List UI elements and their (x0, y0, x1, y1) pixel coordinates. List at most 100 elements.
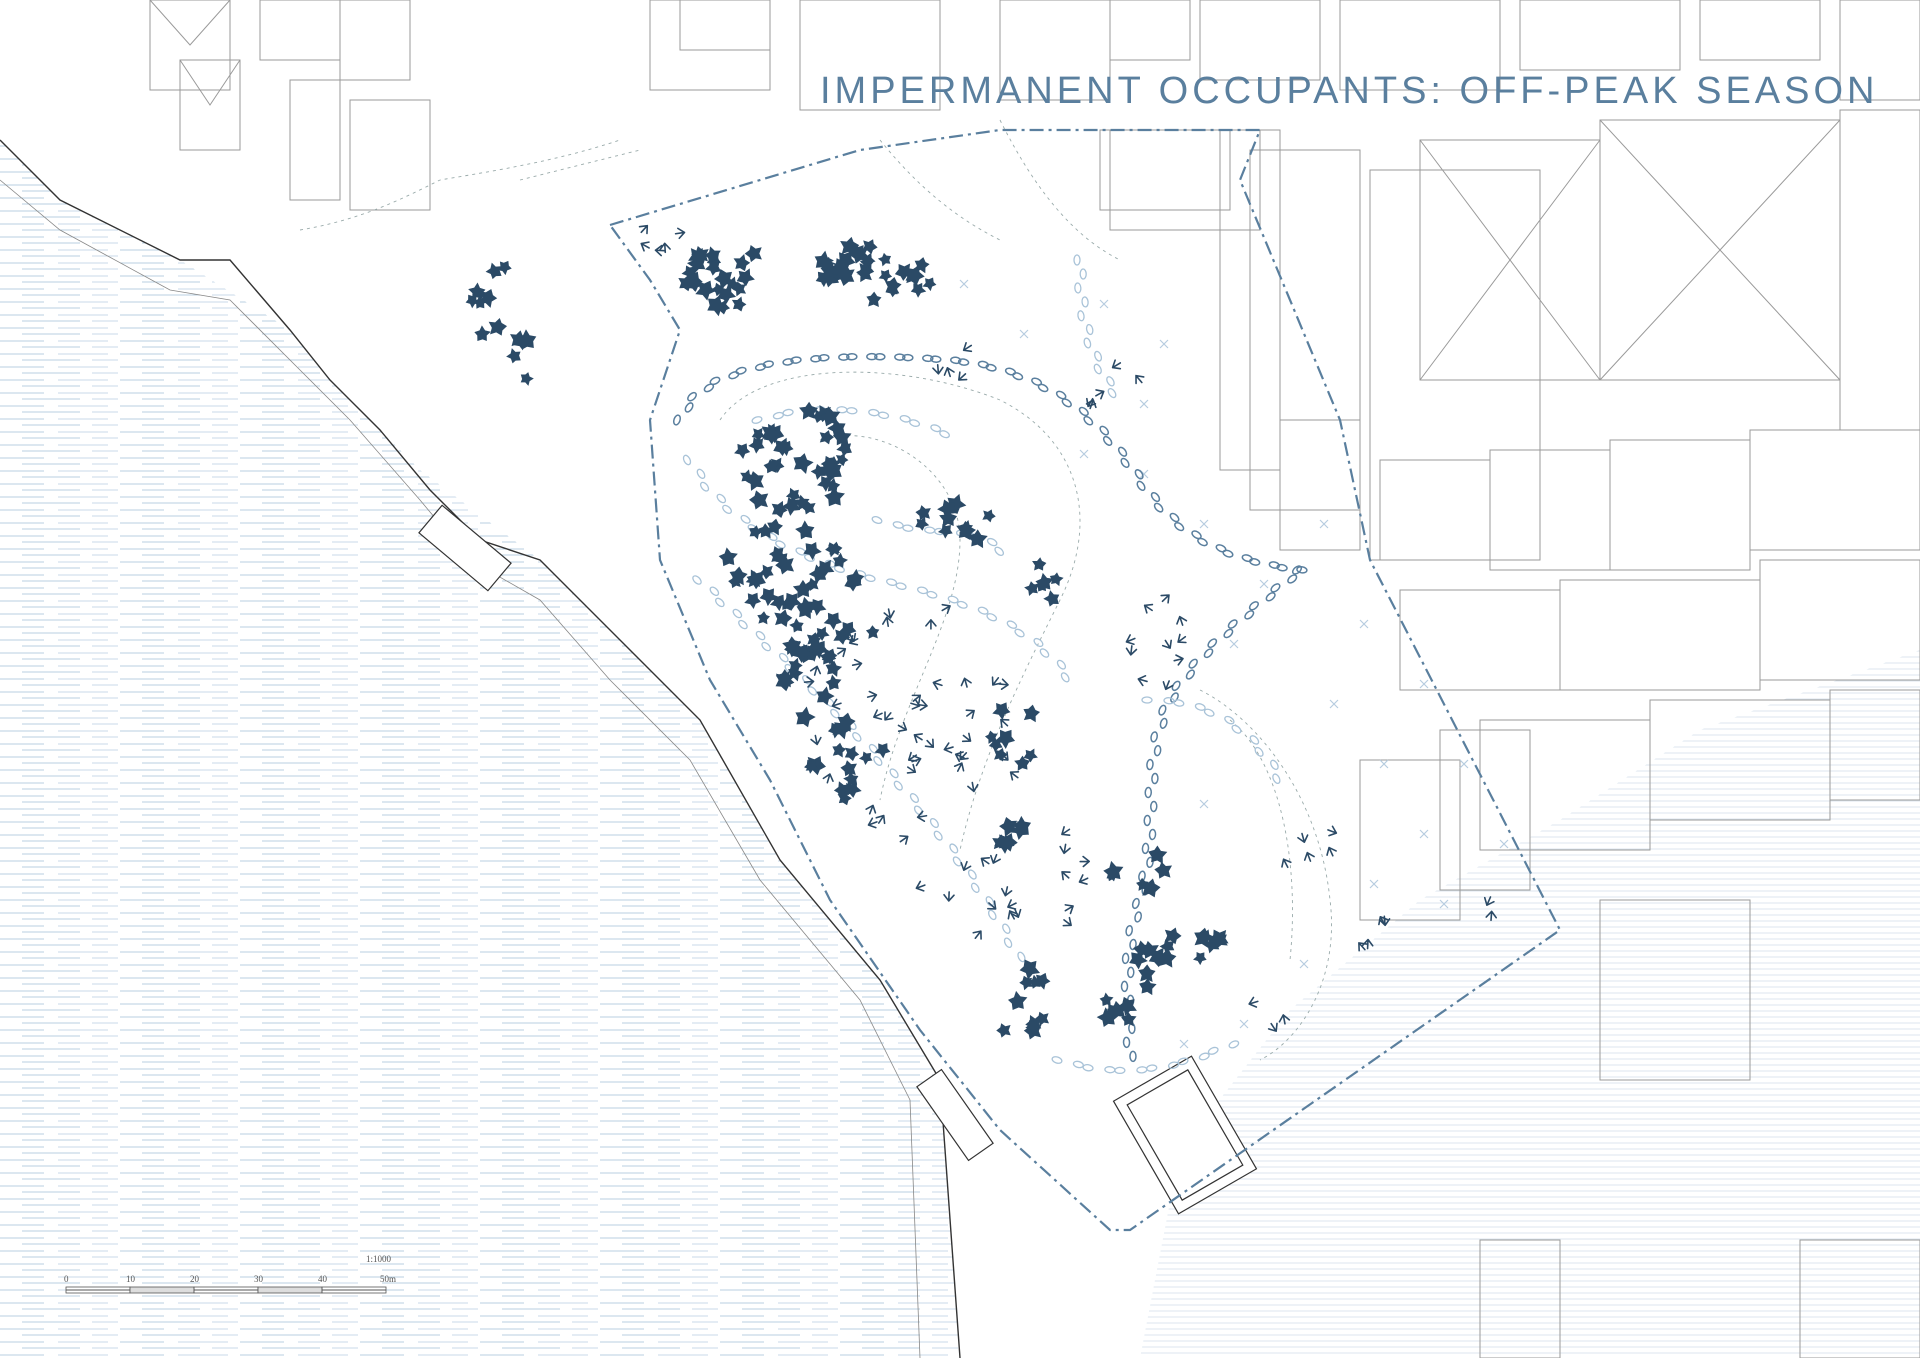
footprint-icon (1248, 557, 1262, 567)
footprint-icon (1097, 424, 1111, 438)
footprint-icon (1060, 396, 1074, 409)
bird-track-icon (988, 673, 1004, 689)
tree-icon (982, 508, 997, 523)
footprint-icon (685, 390, 699, 404)
bird-track-icon (925, 619, 937, 630)
footprint-icon (1116, 445, 1129, 459)
footprint-icon (1005, 618, 1019, 631)
bird-track-icon (1109, 357, 1124, 373)
bird-track-icon (1058, 842, 1072, 855)
footprint-icon (1059, 670, 1072, 684)
footprint-icon (928, 816, 941, 830)
footprint-icon (955, 599, 969, 611)
bird-track-icon (895, 720, 910, 735)
tree-icon (488, 317, 508, 337)
footprint-icon (1092, 362, 1104, 376)
footprint-icon (1011, 370, 1025, 382)
footprint-icon (1081, 1063, 1095, 1073)
footprint-icon (731, 607, 744, 620)
bird-track-icon (809, 733, 823, 747)
footprint-icon (1221, 627, 1235, 640)
footprint-icon (1129, 1050, 1137, 1063)
footprint-icon (1038, 646, 1051, 660)
footprint-icon (908, 791, 921, 805)
bird-track-icon (952, 760, 968, 775)
footprint-icon (1205, 636, 1219, 650)
tree-icon (996, 1022, 1011, 1038)
bird-track-icon (987, 852, 1003, 866)
footprint-icon (1114, 1066, 1126, 1075)
footprint-icon (734, 365, 748, 376)
footprint-icon (759, 640, 773, 653)
footprint-icon (1143, 814, 1152, 827)
footprint-icon (984, 894, 996, 908)
scale-tick-20: 20 (190, 1274, 200, 1284)
footprint-icon (976, 605, 990, 617)
footprint-icon (739, 513, 753, 526)
bird-track-icon (674, 226, 687, 240)
footprint-icon (1133, 910, 1143, 924)
bird-track-icon (1092, 386, 1107, 401)
tree-icon (865, 624, 880, 639)
tree-icon (1004, 989, 1030, 1015)
bird-track-icon (954, 369, 970, 385)
footprint-icon (1135, 1065, 1148, 1074)
bird-track-icon (1296, 831, 1310, 845)
footprint-icon (1079, 268, 1087, 280)
footprint-icon (985, 611, 999, 623)
tree-icon (744, 244, 762, 263)
footprint-icon (698, 480, 711, 494)
footprint-icon (681, 453, 693, 467)
footprint-icon (1000, 922, 1013, 936)
tree-icon (742, 588, 765, 611)
bird-track-icon (1160, 637, 1176, 652)
footprint-icon (923, 526, 936, 535)
footprint-icon (951, 854, 964, 868)
footprint-icon (925, 589, 939, 600)
footprint-icon (1118, 456, 1132, 470)
footprint-icon (713, 596, 727, 609)
footprint-icon (1264, 590, 1278, 604)
footprint-icon (1121, 952, 1130, 965)
tree-icon (990, 697, 1014, 722)
bird-track-icon (638, 238, 653, 254)
bird-track-icon (1174, 614, 1189, 628)
tree-icon (751, 427, 766, 442)
bird-track-icon (1124, 644, 1138, 657)
bird-track-icon (1006, 767, 1022, 783)
footprint-icon (1226, 617, 1240, 631)
footprint-icon (845, 406, 858, 415)
bird-track-icon (1246, 995, 1261, 1010)
footprint-icon (1221, 548, 1235, 559)
tree-icon (504, 346, 525, 367)
bird-track-icon (1158, 590, 1174, 606)
bird-track-icon (1301, 850, 1316, 864)
tree-icon (788, 449, 816, 477)
bird-track-icon (865, 816, 880, 831)
footprint-icon (708, 375, 722, 387)
footprint-icon (1134, 479, 1148, 493)
footprint-icon (683, 400, 696, 415)
bird-track-icon (997, 678, 1010, 691)
footprint-icon (727, 369, 741, 381)
footprint-icon (863, 573, 877, 584)
scale-tick-10: 10 (126, 1274, 136, 1284)
footprint-icon (1206, 1045, 1220, 1057)
footprint-icon (1122, 1036, 1131, 1049)
footprint-icon (1120, 980, 1129, 993)
bird-track-icon (960, 340, 975, 356)
scale-tick-40: 40 (318, 1274, 328, 1284)
bird-track-icon (821, 771, 836, 785)
footprint-icon (1133, 467, 1146, 481)
water-west (0, 140, 960, 1358)
footprint-icon (1104, 1065, 1116, 1074)
bird-track-icon (654, 244, 666, 257)
footprint-icon (1002, 936, 1014, 950)
footprint-icon (1172, 520, 1186, 533)
footprint-icon (1150, 772, 1159, 785)
footprint-icon (1172, 698, 1185, 708)
tree-icon (830, 741, 848, 758)
bird-track-icon (834, 643, 849, 659)
bird-track-icon (1172, 652, 1185, 667)
footprint-icon (715, 492, 728, 505)
